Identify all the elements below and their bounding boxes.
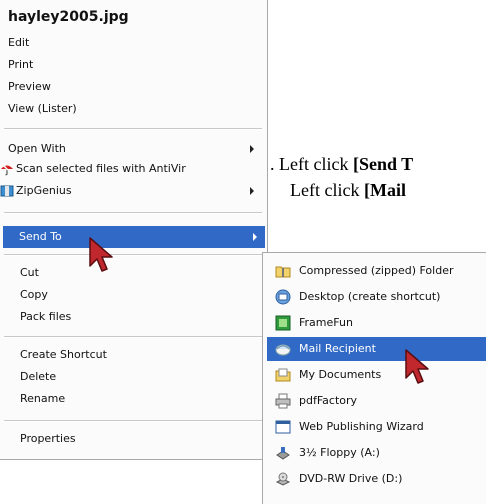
menu-item-label: Open With bbox=[8, 142, 66, 155]
menu-item-label: ZipGenius bbox=[16, 184, 72, 197]
menu-item-rename[interactable]: Rename bbox=[0, 388, 262, 410]
send-to-item-label: 3½ Floppy (A:) bbox=[299, 446, 380, 459]
antivir-umbrella-icon bbox=[0, 162, 14, 176]
zip-folder-icon bbox=[275, 263, 291, 279]
send-to-item-pdffactory[interactable]: pdfFactory bbox=[267, 389, 486, 413]
dvd-drive-icon bbox=[275, 471, 291, 487]
menu-item-label: Cut bbox=[20, 266, 39, 279]
floppy-drive-icon bbox=[275, 445, 291, 461]
send-to-item-web-publishing-wizard[interactable]: Web Publishing Wizard bbox=[267, 415, 486, 439]
web-publishing-icon bbox=[275, 419, 291, 435]
send-to-item-compressed-folder[interactable]: Compressed (zipped) Folder bbox=[267, 259, 486, 283]
menu-separator bbox=[4, 212, 262, 214]
send-to-item-label: My Documents bbox=[299, 368, 382, 381]
menu-item-properties[interactable]: Properties bbox=[0, 428, 262, 450]
menu-item-label: Delete bbox=[20, 370, 57, 383]
context-menu: hayley2005.jpg Edit Print Preview View (… bbox=[0, 0, 268, 460]
desktop-icon bbox=[275, 289, 291, 305]
menu-item-label: hayley2005.jpg bbox=[8, 9, 129, 25]
send-to-item-label: pdfFactory bbox=[299, 394, 358, 407]
menu-item-preview[interactable]: Preview bbox=[0, 76, 262, 98]
instruction-bold-text: [Mail bbox=[363, 180, 406, 200]
menu-item-label: Rename bbox=[20, 392, 66, 405]
send-to-item-dvd-drive[interactable]: DVD-RW Drive (D:) bbox=[267, 467, 486, 491]
send-to-item-floppy[interactable]: 3½ Floppy (A:) bbox=[267, 441, 486, 465]
send-to-item-my-documents[interactable]: My Documents bbox=[267, 363, 486, 387]
send-to-item-label: Mail Recipient bbox=[299, 342, 376, 355]
menu-separator bbox=[4, 420, 262, 422]
instruction-line-2: Left click [Mail bbox=[290, 180, 406, 201]
mouse-cursor-icon bbox=[404, 348, 434, 392]
instruction-line-1: . Left click [Send T bbox=[270, 154, 413, 175]
zipgenius-icon bbox=[0, 184, 14, 198]
mouse-cursor-icon bbox=[88, 236, 118, 280]
send-to-item-label: Desktop (create shortcut) bbox=[299, 290, 441, 303]
send-to-item-label: Compressed (zipped) Folder bbox=[299, 264, 454, 277]
menu-separator bbox=[4, 336, 262, 338]
menu-item-filename: hayley2005.jpg bbox=[0, 6, 262, 30]
mail-icon bbox=[275, 341, 291, 357]
menu-item-zipgenius[interactable]: ZipGenius bbox=[0, 180, 262, 202]
instruction-bold-text: [Send T bbox=[352, 154, 414, 174]
menu-item-send-to[interactable]: Send To bbox=[3, 226, 265, 248]
instruction-text: . Left click bbox=[270, 154, 353, 174]
menu-item-label: View (Lister) bbox=[8, 102, 77, 115]
menu-item-label: Copy bbox=[20, 288, 48, 301]
menu-item-label: Print bbox=[8, 58, 34, 71]
menu-item-label: Pack files bbox=[20, 310, 72, 323]
menu-item-label: Send To bbox=[19, 230, 62, 243]
menu-item-label: Properties bbox=[20, 432, 76, 445]
menu-item-label: Edit bbox=[8, 36, 30, 49]
send-to-submenu: Compressed (zipped) Folder Desktop (crea… bbox=[262, 252, 486, 504]
menu-item-delete[interactable]: Delete bbox=[0, 366, 262, 388]
submenu-arrow-icon bbox=[250, 145, 254, 153]
send-to-item-label: Web Publishing Wizard bbox=[299, 420, 424, 433]
submenu-arrow-icon bbox=[253, 233, 257, 241]
my-documents-icon bbox=[275, 367, 291, 383]
send-to-item-desktop[interactable]: Desktop (create shortcut) bbox=[267, 285, 486, 309]
instruction-text: Left click bbox=[290, 180, 364, 200]
menu-item-label: Create Shortcut bbox=[20, 348, 107, 361]
framefun-icon bbox=[275, 315, 291, 331]
submenu-arrow-icon bbox=[250, 187, 254, 195]
send-to-item-mail-recipient[interactable]: Mail Recipient bbox=[267, 337, 486, 361]
send-to-item-label: DVD-RW Drive (D:) bbox=[299, 472, 403, 485]
menu-item-label: Preview bbox=[8, 80, 51, 93]
send-to-item-label: FrameFun bbox=[299, 316, 353, 329]
menu-item-scan-antivir[interactable]: Scan selected files with AntiVir bbox=[0, 158, 262, 180]
menu-separator bbox=[4, 128, 262, 130]
menu-item-cut[interactable]: Cut bbox=[0, 262, 262, 284]
menu-item-label: Scan selected files with AntiVir bbox=[16, 162, 186, 175]
send-to-item-framefun[interactable]: FrameFun bbox=[267, 311, 486, 335]
menu-item-edit[interactable]: Edit bbox=[0, 32, 262, 54]
menu-item-print[interactable]: Print bbox=[0, 54, 262, 76]
menu-separator bbox=[4, 254, 262, 256]
menu-item-create-shortcut[interactable]: Create Shortcut bbox=[0, 344, 262, 366]
menu-item-view-lister[interactable]: View (Lister) bbox=[0, 98, 262, 120]
menu-item-open-with[interactable]: Open With bbox=[0, 138, 262, 160]
printer-icon bbox=[275, 393, 291, 409]
menu-item-copy[interactable]: Copy bbox=[0, 284, 262, 306]
menu-item-pack-files[interactable]: Pack files bbox=[0, 306, 262, 328]
